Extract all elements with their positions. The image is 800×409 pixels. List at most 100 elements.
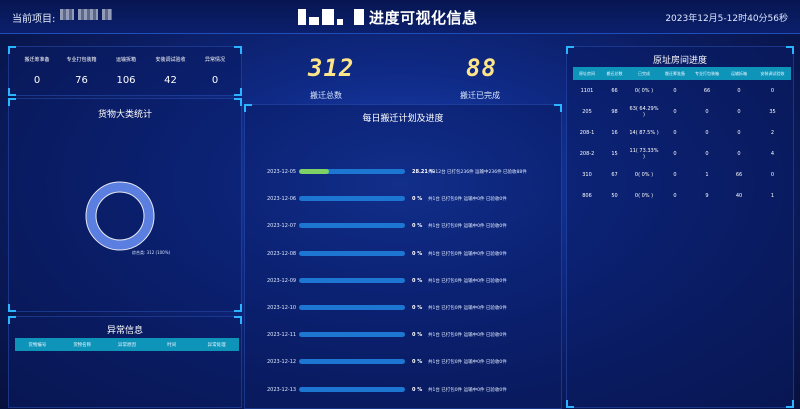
- plan-percent: 0 %: [412, 250, 423, 257]
- table-cell: 0: [737, 130, 741, 136]
- title-redacted: [298, 9, 364, 25]
- table-cell: 0: [737, 88, 741, 94]
- plan-detail: 共1台 已打包0件 运输中0件 已验收0件: [428, 360, 507, 366]
- table-row: 205 98 63( 64.29% ) 0 0 0 35: [573, 106, 791, 118]
- table-cell: 1101: [580, 88, 594, 94]
- table-cell: 0( 0% ): [634, 193, 654, 199]
- done-count-label: 搬迁已完成: [460, 91, 500, 100]
- cargo-stats-panel: 货物大类统计 综合类: 312 (100%): [8, 98, 242, 312]
- table-cell: 0( 0% ): [634, 88, 654, 94]
- plan-percent: 0 %: [412, 359, 423, 366]
- plan-progress-bar: [299, 250, 405, 256]
- daily-plan-panel: 每日搬迁计划及进度 2023-12-05 28.21 % 共312台 已打包236件…: [244, 104, 562, 409]
- status-value: 76: [75, 75, 88, 86]
- plan-detail: 共1台 已打包0件 运输中0件 已验收0件: [428, 306, 507, 311]
- status-value: 0: [33, 75, 41, 86]
- plan-percent: 0 %: [412, 223, 423, 230]
- cargo-donut-chart: [85, 181, 155, 251]
- table-cell: 0: [673, 193, 677, 199]
- donut-slice: [86, 182, 154, 250]
- table-cell: 50: [611, 193, 618, 199]
- redacted-block: [102, 9, 112, 20]
- plan-progress-bar: [299, 223, 405, 229]
- status-value: 106: [116, 75, 136, 86]
- plan-detail: 共1台 已打包0件 运输中0件 已验收0件: [428, 278, 507, 284]
- table-cell: 1: [705, 172, 709, 178]
- table-cell: 0: [705, 109, 709, 115]
- top-bar: 当前项目: 进度可视化信息 2023年12月5-12时40分56秒: [0, 0, 800, 34]
- status-header: 安装调试验收: [155, 57, 186, 63]
- abnormal-title: 异常信息: [106, 326, 143, 336]
- column-header: 货物编号: [28, 342, 47, 348]
- column-header: 货物名称: [73, 342, 92, 348]
- table-row: 806 50 0( 0% ) 0 9 40 1: [573, 191, 791, 201]
- table-cell: 0: [770, 88, 775, 94]
- table-cell: 0: [673, 88, 677, 94]
- table-cell: 9: [705, 193, 709, 199]
- table-cell: 2: [770, 130, 775, 136]
- table-cell: 67: [611, 172, 618, 178]
- page-title: 进度可视化信息: [298, 6, 478, 28]
- table-row: 1101 66 0( 0% ) 0 66 0 0: [573, 86, 791, 96]
- table-cell: 1: [770, 193, 775, 199]
- table-cell: 0: [673, 109, 677, 115]
- status-header: 异常情况: [204, 57, 225, 63]
- table-cell: 0: [673, 151, 677, 157]
- status-header: 运输拆箱: [115, 57, 136, 63]
- status-header: 专业打包装箱: [66, 57, 97, 63]
- plan-percent: 0 %: [412, 277, 423, 284]
- status-value: 42: [164, 75, 177, 86]
- table-cell: 16: [611, 130, 618, 136]
- project-label: 当前项目:: [12, 14, 56, 25]
- status-panel: 搬迁筹准备 专业打包装箱 运输拆箱 安装调试验收 异常情况 0 76 106 4…: [8, 46, 242, 96]
- table-cell: 66: [611, 88, 618, 94]
- column-header: 专业打包装箱: [695, 70, 719, 76]
- plan-percent: 0 %: [412, 332, 423, 339]
- plan-percent: 0 %: [412, 386, 423, 393]
- plan-progress-bar: [299, 332, 405, 338]
- plan-date: 2023-12-07: [267, 223, 297, 230]
- table-cell: 0: [705, 151, 709, 157]
- table-cell: 208-2: [579, 151, 595, 157]
- status-header: 搬迁筹准备: [24, 57, 50, 63]
- plan-detail: 共312台 已打包236件 运输中236件 已验收88件: [428, 170, 527, 175]
- plan-date: 2023-12-06: [267, 196, 297, 203]
- plan-detail: 共1台 已打包0件 运输中0件 已验收0件: [428, 224, 507, 230]
- plan-detail: 共1台 已打包0件 运输中0件 已验收0件: [428, 333, 507, 339]
- plan-date: 2023-12-09: [267, 277, 297, 284]
- column-header: 原址房间: [579, 70, 595, 76]
- table-cell: 0( 0% ): [634, 172, 654, 178]
- table-row: 208-1 16 14( 87.5% ) 0 0 0 2: [573, 128, 791, 138]
- table-cell: 0: [673, 130, 677, 136]
- plan-row: 2023-12-13 0 % 共1台 已打包0件 运输中0件 已验收0件: [245, 386, 565, 397]
- plan-percent: 0 %: [412, 196, 423, 203]
- column-header: 安装调试验收: [760, 70, 785, 76]
- column-header: 时间: [167, 342, 177, 348]
- status-value: 0: [211, 75, 219, 86]
- plan-percent: 0 %: [412, 305, 423, 311]
- plan-progress-bar: [299, 196, 405, 202]
- plan-row: 2023-12-11 0 % 共1台 已打包0件 运输中0件 已验收0件: [245, 332, 565, 342]
- table-cell: 0: [673, 172, 677, 178]
- table-cell: 66: [703, 88, 711, 94]
- abnormal-table-header: 货物编号 货物名称 异常原因 时间 异常处理: [15, 338, 239, 351]
- plan-date: 2023-12-05: [267, 169, 297, 175]
- table-cell: 4: [770, 151, 775, 157]
- plan-row: 2023-12-06 0 % 共1台 已打包0件 运输中0件 已验收0件: [245, 196, 565, 206]
- redacted-block: [60, 9, 74, 20]
- plan-detail: 共1台 已打包0件 运输中0件 已验收0件: [428, 197, 507, 203]
- plan-date: 2023-12-13: [267, 386, 297, 393]
- table-cell: 0: [737, 109, 741, 115]
- table-cell: 15: [611, 151, 618, 157]
- daily-plan-title: 每日搬迁计划及进度: [362, 114, 444, 124]
- cargo-stats-title: 货物大类统计: [97, 110, 152, 120]
- plan-date: 2023-12-08: [267, 250, 297, 257]
- plan-date: 2023-12-11: [267, 332, 297, 339]
- column-header: 异常原因: [117, 342, 136, 348]
- table-row: 310 67 0( 0% ) 0 1 66 0: [573, 170, 791, 180]
- project-name-redacted: [60, 9, 112, 20]
- done-count: 88: [466, 54, 497, 82]
- abnormal-panel: 异常信息 货物编号 货物名称 异常原因 时间 异常处理: [8, 316, 242, 408]
- plan-row: 2023-12-10 0 % 共1台 已打包0件 运输中0件 已验收0件: [245, 305, 565, 315]
- total-count: 312: [308, 54, 355, 82]
